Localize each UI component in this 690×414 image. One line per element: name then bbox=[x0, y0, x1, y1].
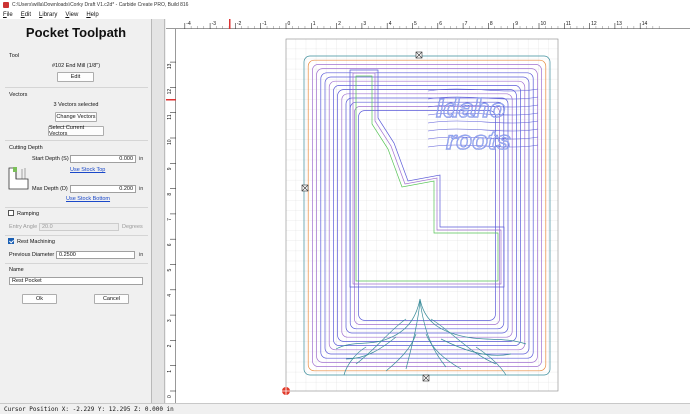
divider bbox=[5, 87, 148, 88]
max-depth-input[interactable]: 0.200 bbox=[70, 185, 136, 193]
title-bar: C:\Users\willa\Downloads\Corky Draft V1.… bbox=[0, 0, 690, 10]
start-depth-input[interactable]: 0.000 bbox=[70, 155, 136, 163]
rest-machining-checkbox[interactable] bbox=[8, 238, 14, 244]
left-handle[interactable] bbox=[301, 184, 309, 192]
select-current-vectors-button[interactable]: Select Current Vectors bbox=[48, 125, 104, 137]
use-stock-bottom-link[interactable]: Use Stock Bottom bbox=[66, 196, 110, 202]
menu-bar: File Edit Library View Help bbox=[0, 10, 690, 19]
divider bbox=[5, 140, 148, 141]
window-title: C:\Users\willa\Downloads\Corky Draft V1.… bbox=[12, 2, 189, 8]
top-handle[interactable] bbox=[415, 51, 423, 59]
design-text-roots-inner: roots bbox=[446, 125, 511, 155]
divider bbox=[5, 263, 148, 264]
change-vectors-button[interactable]: Change Vectors bbox=[55, 112, 97, 122]
vectors-selected-text: 3 Vectors selected bbox=[53, 102, 99, 108]
edit-tool-button[interactable]: Edit bbox=[57, 72, 94, 82]
origin-marker-icon bbox=[282, 387, 290, 395]
tool-name: #102 End Mill (1/8") bbox=[51, 63, 101, 69]
previous-diameter-input[interactable]: 0.2500 bbox=[56, 251, 135, 259]
cutting-depth-section-label: Cutting Depth bbox=[9, 145, 43, 151]
name-section-label: Name bbox=[9, 267, 24, 273]
stock-area bbox=[285, 38, 559, 392]
divider bbox=[5, 235, 148, 236]
menu-view[interactable]: View bbox=[65, 12, 78, 18]
start-depth-unit: in bbox=[139, 156, 144, 162]
app-window: C:\Users\willa\Downloads\Corky Draft V1.… bbox=[0, 0, 690, 414]
menu-help[interactable]: Help bbox=[86, 12, 98, 18]
max-depth-unit: in bbox=[139, 186, 144, 192]
start-depth-label: Start Depth (S) bbox=[32, 156, 69, 162]
pocket-toolpath-panel: Pocket Toolpath Tool #102 End Mill (1/8"… bbox=[0, 19, 152, 403]
status-bar: Cursor Position X: -2.229 Y: 12.295 Z: 0… bbox=[0, 403, 690, 414]
ok-button[interactable]: Ok bbox=[22, 294, 57, 304]
design-canvas[interactable]: -4 -3 -2 -1 0 1 2 3 4 5 6 7 8 9 10 11 12 13 14 13 12 11 10 9 8 7… bbox=[166, 19, 690, 403]
design-text-idaho-inner: Idaho bbox=[436, 93, 505, 123]
entry-angle-input[interactable]: 20.0 bbox=[39, 223, 119, 231]
menu-file[interactable]: File bbox=[3, 12, 13, 18]
ramping-checkbox[interactable] bbox=[8, 210, 14, 216]
menu-library[interactable]: Library bbox=[39, 12, 57, 18]
previous-diameter-unit: in bbox=[139, 252, 144, 258]
tool-section-label: Tool bbox=[9, 53, 20, 59]
previous-diameter-label: Previous Diameter bbox=[9, 252, 55, 258]
menu-edit[interactable]: Edit bbox=[21, 12, 31, 18]
app-icon bbox=[3, 2, 9, 8]
panel-splitter[interactable] bbox=[152, 19, 165, 403]
bottom-handle[interactable] bbox=[422, 374, 430, 382]
ramping-label: Ramping bbox=[17, 211, 40, 217]
rest-machining-label: Rest Machining bbox=[17, 239, 55, 245]
depth-diagram-icon bbox=[8, 167, 29, 190]
cancel-button[interactable]: Cancel bbox=[94, 294, 129, 304]
panel-title: Pocket Toolpath bbox=[25, 25, 127, 40]
cursor-position-readout: Cursor Position X: -2.229 Y: 12.295 Z: 0… bbox=[4, 405, 174, 413]
entry-angle-label: Entry Angle bbox=[9, 224, 38, 230]
use-stock-top-link[interactable]: Use Stock Top bbox=[70, 167, 105, 173]
design-drawing[interactable]: Idaho Idaho roots roots bbox=[166, 19, 690, 403]
vectors-section-label: Vectors bbox=[9, 92, 28, 98]
max-depth-label: Max Depth (D) bbox=[32, 186, 68, 192]
divider bbox=[5, 207, 148, 208]
toolpath-name-input[interactable]: Rest Pocket bbox=[9, 277, 143, 285]
entry-angle-unit: Degrees bbox=[122, 224, 143, 230]
